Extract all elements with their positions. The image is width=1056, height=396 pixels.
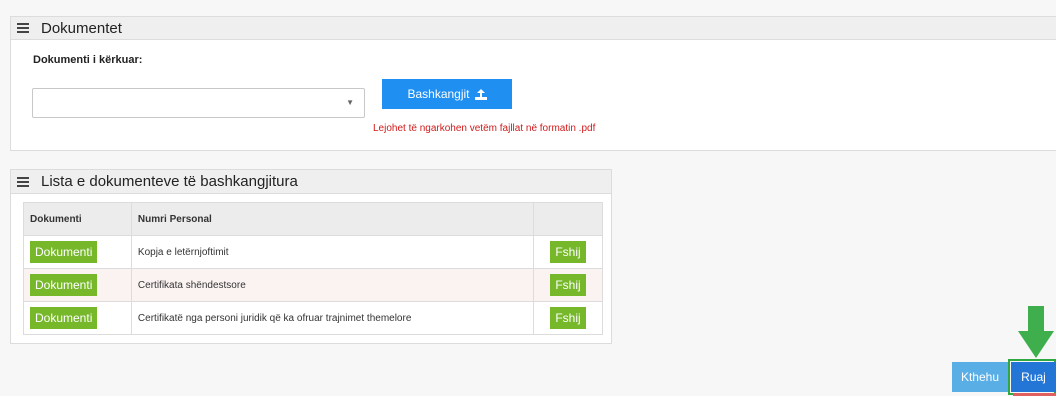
hamburger-icon[interactable] [17,176,29,187]
chevron-down-icon[interactable]: ▼ [346,98,354,107]
column-header-document: Dokumenti [23,202,132,236]
delete-button[interactable]: Fshij [550,274,586,296]
top-strip [0,0,1056,10]
attached-documents-title: Lista e dokumenteve të bashkangjitura [41,173,298,190]
attach-button-label: Bashkangjit [407,87,470,101]
documents-panel-header: Dokumentet [11,17,1056,40]
save-button[interactable]: Ruaj [1011,362,1056,392]
document-name: Certifikatë nga personi juridik që ka of… [130,301,535,335]
document-name: Kopja e letërnjoftimit [130,235,535,269]
attached-documents-table: Dokumenti Numri Personal Dokumenti Kopja… [23,202,603,335]
document-type-select[interactable]: ▼ [32,88,365,118]
table-header-row: Dokumenti Numri Personal [23,202,603,236]
attached-documents-header: Lista e dokumenteve të bashkangjitura [11,170,611,194]
table-row: Dokumenti Certifikatë nga personi juridi… [23,301,603,335]
hamburger-icon[interactable] [17,23,29,33]
view-document-button[interactable]: Dokumenti [30,241,98,263]
view-document-button[interactable]: Dokumenti [30,307,98,329]
column-header-actions [533,202,603,236]
document-name: Certifikata shëndestsore [130,268,535,302]
table-row: Dokumenti Kopja e letërnjoftimit Fshij [23,235,603,269]
upload-icon [474,88,487,100]
attached-documents-panel: Lista e dokumenteve të bashkangjitura Do… [10,169,612,344]
required-document-label: Dokumenti i kërkuar: [33,54,143,66]
back-button[interactable]: Kthehu [952,362,1008,392]
documents-panel: Dokumentet Dokumenti i kërkuar: ▼ Bashka… [10,16,1056,151]
attach-button[interactable]: Bashkangjit [382,79,512,109]
documents-panel-title: Dokumentet [41,19,122,37]
column-header-personal-number: Numri Personal [130,202,535,236]
delete-button[interactable]: Fshij [550,241,586,263]
pdf-only-hint: Lejohet të ngarkohen vetëm fajllat në fo… [373,123,596,134]
table-row: Dokumenti Certifikata shëndestsore Fshij [23,268,603,302]
delete-button[interactable]: Fshij [550,307,586,329]
view-document-button[interactable]: Dokumenti [30,274,98,296]
arrow-down-icon [1018,306,1054,358]
